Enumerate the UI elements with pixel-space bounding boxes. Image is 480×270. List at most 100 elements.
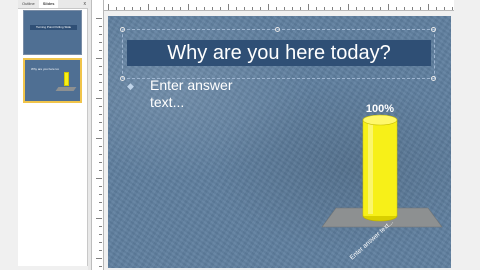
ruler-tick — [99, 106, 102, 107]
resize-handle-bottom-left[interactable] — [120, 76, 125, 81]
thumbnail-2-base — [55, 87, 77, 91]
slide-thumbnail-1[interactable]: Turning Point Polling Slide — [23, 10, 82, 55]
ruler-tick — [99, 234, 102, 235]
ruler-tick — [99, 82, 102, 83]
ruler-tick — [268, 4, 269, 10]
horizontal-ruler — [104, 0, 454, 11]
answer-text[interactable]: Enter answer text... — [150, 77, 246, 111]
ruler-tick — [348, 4, 349, 10]
ruler-tick — [228, 4, 229, 10]
ruler-tick — [412, 7, 413, 10]
vertical-ruler — [92, 0, 104, 270]
ruler-tick — [340, 7, 341, 10]
ruler-tick — [380, 7, 381, 10]
ruler-tick — [99, 146, 102, 147]
ruler-tick — [99, 210, 102, 211]
ruler-tick — [96, 138, 102, 139]
ruler-tick — [99, 42, 102, 43]
slide-thumbnail-2[interactable]: Why are you here today? — [23, 58, 82, 103]
ruler-tick — [99, 226, 102, 227]
ruler-tick — [116, 7, 117, 10]
ruler-tick — [96, 258, 102, 259]
ruler-tick — [452, 7, 453, 10]
ruler-tick — [260, 7, 261, 10]
ruler-tick — [332, 7, 333, 10]
ruler-tick — [99, 162, 102, 163]
ruler-tick — [364, 7, 365, 10]
thumbnail-2-bar — [64, 72, 69, 86]
ruler-tick — [236, 7, 237, 10]
poll-results-chart[interactable]: 100%Enter answer text... — [318, 92, 448, 268]
ruler-tick — [99, 66, 102, 67]
ruler-tick — [96, 18, 102, 19]
tab-slides[interactable]: Slides — [38, 0, 59, 8]
slides-thumbnail-pane: Outline Slides x Turning Point Polling S… — [18, 0, 88, 266]
ruler-tick — [99, 26, 102, 27]
presentation-editor-window: Outline Slides x Turning Point Polling S… — [0, 0, 480, 270]
ruler-tick — [436, 7, 437, 10]
ruler-tick — [156, 7, 157, 10]
ruler-tick — [428, 4, 429, 10]
resize-handle-top-left[interactable] — [120, 27, 125, 32]
ruler-tick — [372, 7, 373, 10]
ruler-tick — [99, 170, 102, 171]
ruler-tick — [99, 186, 102, 187]
ruler-tick — [96, 218, 102, 219]
ruler-tick — [96, 178, 102, 179]
ruler-tick — [140, 7, 141, 10]
ruler-tick — [99, 242, 102, 243]
ruler-tick — [444, 7, 445, 10]
selection-border-left — [122, 29, 123, 79]
ruler-tick — [324, 7, 325, 10]
ruler-tick — [252, 7, 253, 10]
ruler-tick — [99, 34, 102, 35]
ruler-tick — [99, 90, 102, 91]
slide-title[interactable]: Why are you here today? — [127, 41, 431, 65]
ruler-tick — [308, 4, 309, 10]
ruler-tick — [212, 7, 213, 10]
resize-handle-top-right[interactable] — [431, 27, 436, 32]
ruler-tick — [148, 4, 149, 10]
ruler-tick — [396, 7, 397, 10]
ruler-tick — [99, 114, 102, 115]
ruler-tick — [124, 7, 125, 10]
ruler-tick — [99, 50, 102, 51]
thumbnail-1-title: Turning Point Polling Slide — [30, 25, 77, 30]
ruler-tick — [204, 7, 205, 10]
ruler-tick — [284, 7, 285, 10]
ruler-tick — [96, 98, 102, 99]
bar-0-value-label: 100% — [366, 103, 394, 115]
ruler-tick — [96, 58, 102, 59]
ruler-tick — [99, 130, 102, 131]
ruler-tick — [220, 7, 221, 10]
ruler-tick — [292, 7, 293, 10]
pane-tabs: Outline Slides x — [18, 0, 88, 9]
ruler-tick — [276, 7, 277, 10]
ruler-tick — [99, 194, 102, 195]
ruler-tick — [244, 7, 245, 10]
selection-border-right — [434, 29, 435, 79]
ruler-tick — [99, 122, 102, 123]
ruler-tick — [108, 4, 109, 10]
ruler-tick — [99, 74, 102, 75]
ruler-tick — [188, 4, 189, 10]
ruler-tick — [404, 7, 405, 10]
ruler-tick — [99, 154, 102, 155]
ruler-tick — [356, 7, 357, 10]
resize-handle-bottom-right[interactable] — [431, 76, 436, 81]
ruler-tick — [196, 7, 197, 10]
resize-handle-top-center[interactable] — [275, 27, 280, 32]
bar-0-highlight — [368, 122, 373, 214]
tab-outline[interactable]: Outline — [18, 0, 39, 8]
ruler-tick — [132, 7, 133, 10]
slide-canvas[interactable]: Why are you here today? ◆ Enter answer t… — [108, 16, 451, 268]
ruler-tick — [420, 7, 421, 10]
ruler-tick — [99, 202, 102, 203]
ruler-tick — [172, 7, 173, 10]
ruler-tick — [164, 7, 165, 10]
ruler-tick — [99, 266, 102, 267]
ruler-tick — [388, 4, 389, 10]
thumbnail-2-text: Why are you here today? — [31, 68, 59, 71]
ruler-tick — [316, 7, 317, 10]
bullet-diamond-icon: ◆ — [127, 81, 134, 91]
